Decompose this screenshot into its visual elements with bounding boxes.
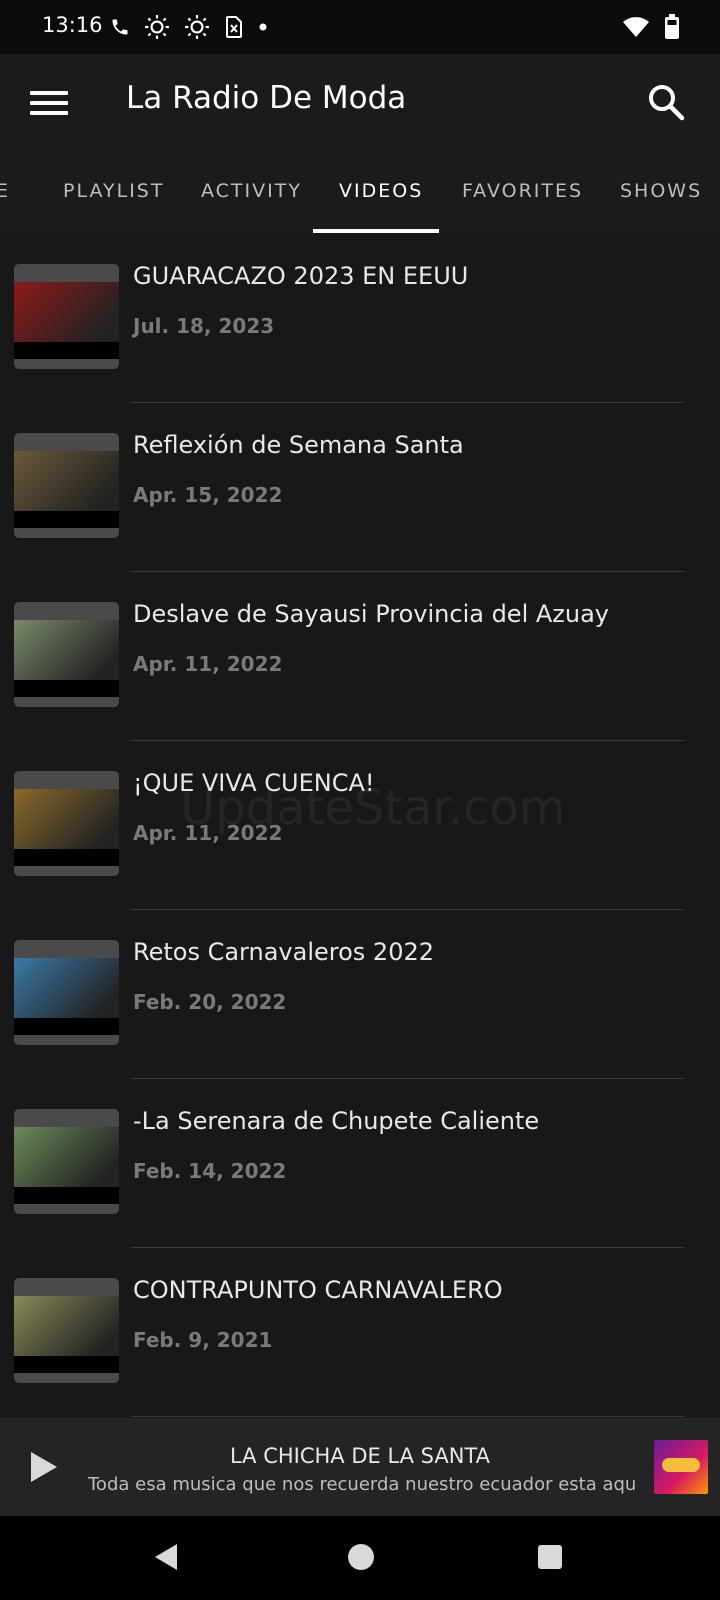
tab-playlist[interactable]: PLAYLIST bbox=[63, 180, 164, 202]
video-date: Apr. 15, 2022 bbox=[133, 483, 283, 507]
recent-apps-icon[interactable] bbox=[538, 1545, 562, 1569]
tab-favorites[interactable]: FAVORITES bbox=[462, 180, 583, 202]
player-subtitle: Toda esa musica que nos recuerda nuestro… bbox=[88, 1474, 636, 1495]
tab-partial[interactable]: E bbox=[0, 180, 10, 202]
video-title: Deslave de Sayausi Provincia del Azuay bbox=[133, 600, 610, 628]
video-title: -La Serenara de Chupete Caliente bbox=[133, 1107, 540, 1135]
video-thumbnail bbox=[14, 1109, 119, 1214]
app-bar: La Radio De Moda bbox=[0, 54, 720, 152]
tab-indicator bbox=[313, 229, 439, 233]
app-title: La Radio De Moda bbox=[126, 80, 407, 116]
video-date: Feb. 20, 2022 bbox=[133, 990, 287, 1014]
status-time: 13:16 bbox=[42, 13, 103, 37]
tab-videos[interactable]: VIDEOS bbox=[339, 180, 423, 202]
station-artwork[interactable] bbox=[654, 1440, 708, 1494]
watermark: UpdateStar.com bbox=[180, 780, 566, 836]
video-date: Apr. 11, 2022 bbox=[133, 652, 283, 676]
sim-card-icon bbox=[226, 16, 242, 38]
list-item[interactable]: Retos Carnavaleros 2022 Feb. 20, 2022 bbox=[0, 910, 720, 1079]
status-icons-right bbox=[608, 12, 680, 42]
thumbnail-image bbox=[14, 789, 119, 849]
video-thumbnail bbox=[14, 264, 119, 369]
thumbnail-image bbox=[14, 1296, 119, 1356]
thumbnail-image bbox=[14, 620, 119, 680]
tab-bar: E PLAYLIST ACTIVITY VIDEOS FAVORITES SHO… bbox=[0, 152, 720, 234]
tab-activity[interactable]: ACTIVITY bbox=[201, 180, 302, 202]
video-thumbnail bbox=[14, 602, 119, 707]
player-title: LA CHICHA DE LA SANTA bbox=[229, 1444, 491, 1468]
status-icons-left bbox=[110, 12, 282, 42]
mini-player[interactable]: LA CHICHA DE LA SANTA Toda esa musica qu… bbox=[0, 1418, 720, 1516]
list-item[interactable]: CONTRAPUNTO CARNAVALERO Feb. 9, 2021 bbox=[0, 1248, 720, 1417]
video-title: Retos Carnavaleros 2022 bbox=[133, 938, 434, 966]
thumbnail-image bbox=[14, 1127, 119, 1187]
video-thumbnail bbox=[14, 771, 119, 876]
wifi-icon bbox=[623, 17, 649, 37]
menu-icon[interactable] bbox=[30, 84, 68, 122]
brightness-icon bbox=[185, 15, 209, 39]
video-date: Jul. 18, 2023 bbox=[133, 314, 275, 338]
thumbnail-image bbox=[14, 282, 119, 342]
battery-icon bbox=[665, 14, 679, 39]
tab-shows[interactable]: SHOWS bbox=[620, 180, 702, 202]
video-title: Reflexión de Semana Santa bbox=[133, 431, 464, 459]
list-item[interactable]: Deslave de Sayausi Provincia del Azuay A… bbox=[0, 572, 720, 741]
thumbnail-image bbox=[14, 958, 119, 1018]
list-item[interactable]: GUARACAZO 2023 EN EEUU Jul. 18, 2023 bbox=[0, 234, 720, 403]
video-title: GUARACAZO 2023 EN EEUU bbox=[133, 262, 469, 290]
video-title: CONTRAPUNTO CARNAVALERO bbox=[133, 1276, 503, 1304]
status-bar: 13:16 bbox=[0, 0, 720, 54]
list-item[interactable]: -La Serenara de Chupete Caliente Feb. 14… bbox=[0, 1079, 720, 1248]
system-nav-bar bbox=[0, 1516, 720, 1600]
video-thumbnail bbox=[14, 433, 119, 538]
brightness-icon bbox=[145, 15, 169, 39]
phone-icon bbox=[112, 19, 128, 35]
video-thumbnail bbox=[14, 1278, 119, 1383]
home-icon[interactable] bbox=[348, 1544, 374, 1570]
list-item[interactable]: Reflexión de Semana Santa Apr. 15, 2022 bbox=[0, 403, 720, 572]
video-date: Feb. 14, 2022 bbox=[133, 1159, 287, 1183]
divider bbox=[131, 1416, 684, 1417]
video-date: Feb. 9, 2021 bbox=[133, 1328, 273, 1352]
back-icon[interactable] bbox=[153, 1542, 179, 1572]
search-icon[interactable] bbox=[646, 82, 686, 122]
thumbnail-image bbox=[14, 451, 119, 511]
dot-icon bbox=[259, 23, 267, 31]
video-thumbnail bbox=[14, 940, 119, 1045]
